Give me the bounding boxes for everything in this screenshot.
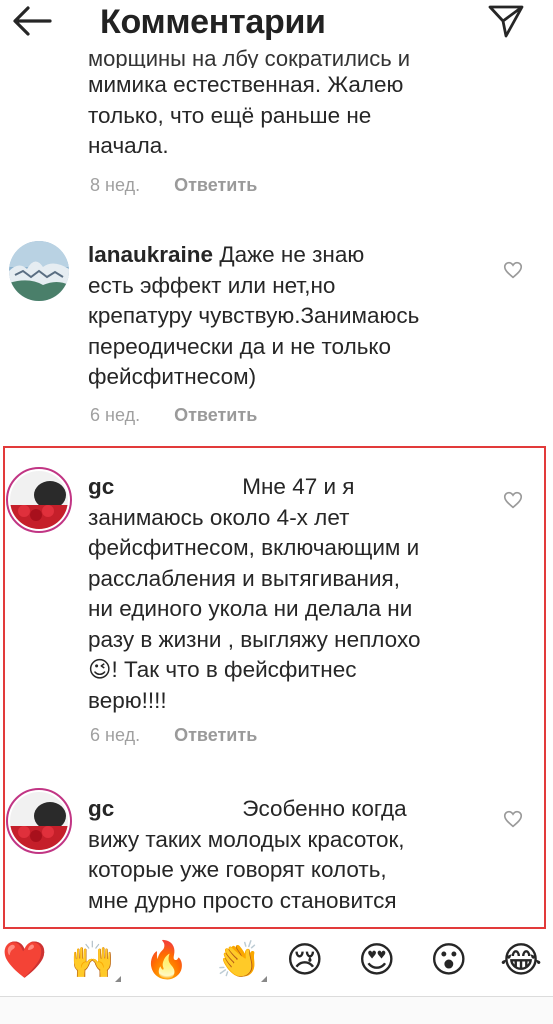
avatar-image bbox=[9, 241, 69, 301]
heart-outline-icon[interactable] bbox=[502, 808, 524, 830]
comment-username[interactable]: gc bbox=[88, 474, 114, 499]
emoji-reaction-bar: ❤️ 🙌 🔥 👏 😢 😍 😮 😂 bbox=[0, 930, 553, 996]
reply-button[interactable]: Ответить bbox=[174, 725, 257, 746]
comment-username[interactable]: lanaukraine bbox=[88, 242, 213, 267]
comment-input-area[interactable] bbox=[0, 997, 553, 1024]
tears-of-joy-emoji[interactable]: 😂 bbox=[500, 938, 542, 984]
wink-emoji: 😉 bbox=[88, 657, 112, 683]
avatar-user-2[interactable] bbox=[10, 792, 68, 850]
comment-meta: 6 нед. Ответить bbox=[90, 725, 257, 746]
header-bar: Комментарии bbox=[0, 0, 553, 46]
avatar-lanaukraine[interactable] bbox=[9, 241, 69, 301]
crying-face-emoji[interactable]: 😢 bbox=[286, 938, 324, 984]
clapping-hands-emoji[interactable]: 👏 bbox=[216, 938, 267, 984]
variant-indicator bbox=[260, 976, 267, 982]
fire-emoji[interactable]: 🔥 bbox=[144, 938, 189, 984]
comment-time: 6 нед. bbox=[90, 405, 141, 425]
avatar-image bbox=[10, 792, 68, 850]
heart-outline-icon[interactable] bbox=[502, 259, 524, 281]
avatar-image bbox=[10, 471, 68, 529]
comment-text: lanaukraine Даже не знаю есть эффект или… bbox=[88, 242, 420, 389]
comment-meta: 6 нед. Ответить bbox=[90, 405, 257, 426]
raising-hands-emoji[interactable]: 🙌 bbox=[70, 938, 121, 984]
avatar-user-1[interactable] bbox=[10, 471, 68, 529]
page-title: Комментарии bbox=[100, 3, 326, 41]
comment-meta: 8 нед. Ответить bbox=[90, 175, 257, 196]
comment-time: 6 нед. bbox=[90, 725, 141, 745]
heart-eyes-emoji[interactable]: 😍 bbox=[358, 938, 396, 984]
reply-button[interactable]: Ответить bbox=[174, 175, 257, 196]
comment-text: gc Эсобенно когда вижу таких молодых крас… bbox=[88, 796, 407, 913]
arrow-left-icon bbox=[13, 6, 52, 36]
surprised-face-emoji[interactable]: 😮 bbox=[430, 938, 468, 984]
paper-plane-icon bbox=[488, 5, 524, 38]
comment-text: мимика естественная. Жалею только, что е… bbox=[88, 72, 404, 158]
heart-outline-icon[interactable] bbox=[502, 489, 524, 511]
reply-button[interactable]: Ответить bbox=[174, 405, 257, 426]
comment-username[interactable]: gc bbox=[88, 796, 114, 821]
heart-emoji[interactable]: ❤️ bbox=[2, 938, 47, 984]
comment-time: 8 нед. bbox=[90, 175, 141, 195]
comment-text: gc Мне 47 и я занимаюсь около 4-х лет фей… bbox=[88, 474, 421, 713]
back-button[interactable] bbox=[10, 2, 54, 40]
share-button[interactable] bbox=[486, 2, 526, 40]
variant-indicator bbox=[114, 976, 121, 982]
